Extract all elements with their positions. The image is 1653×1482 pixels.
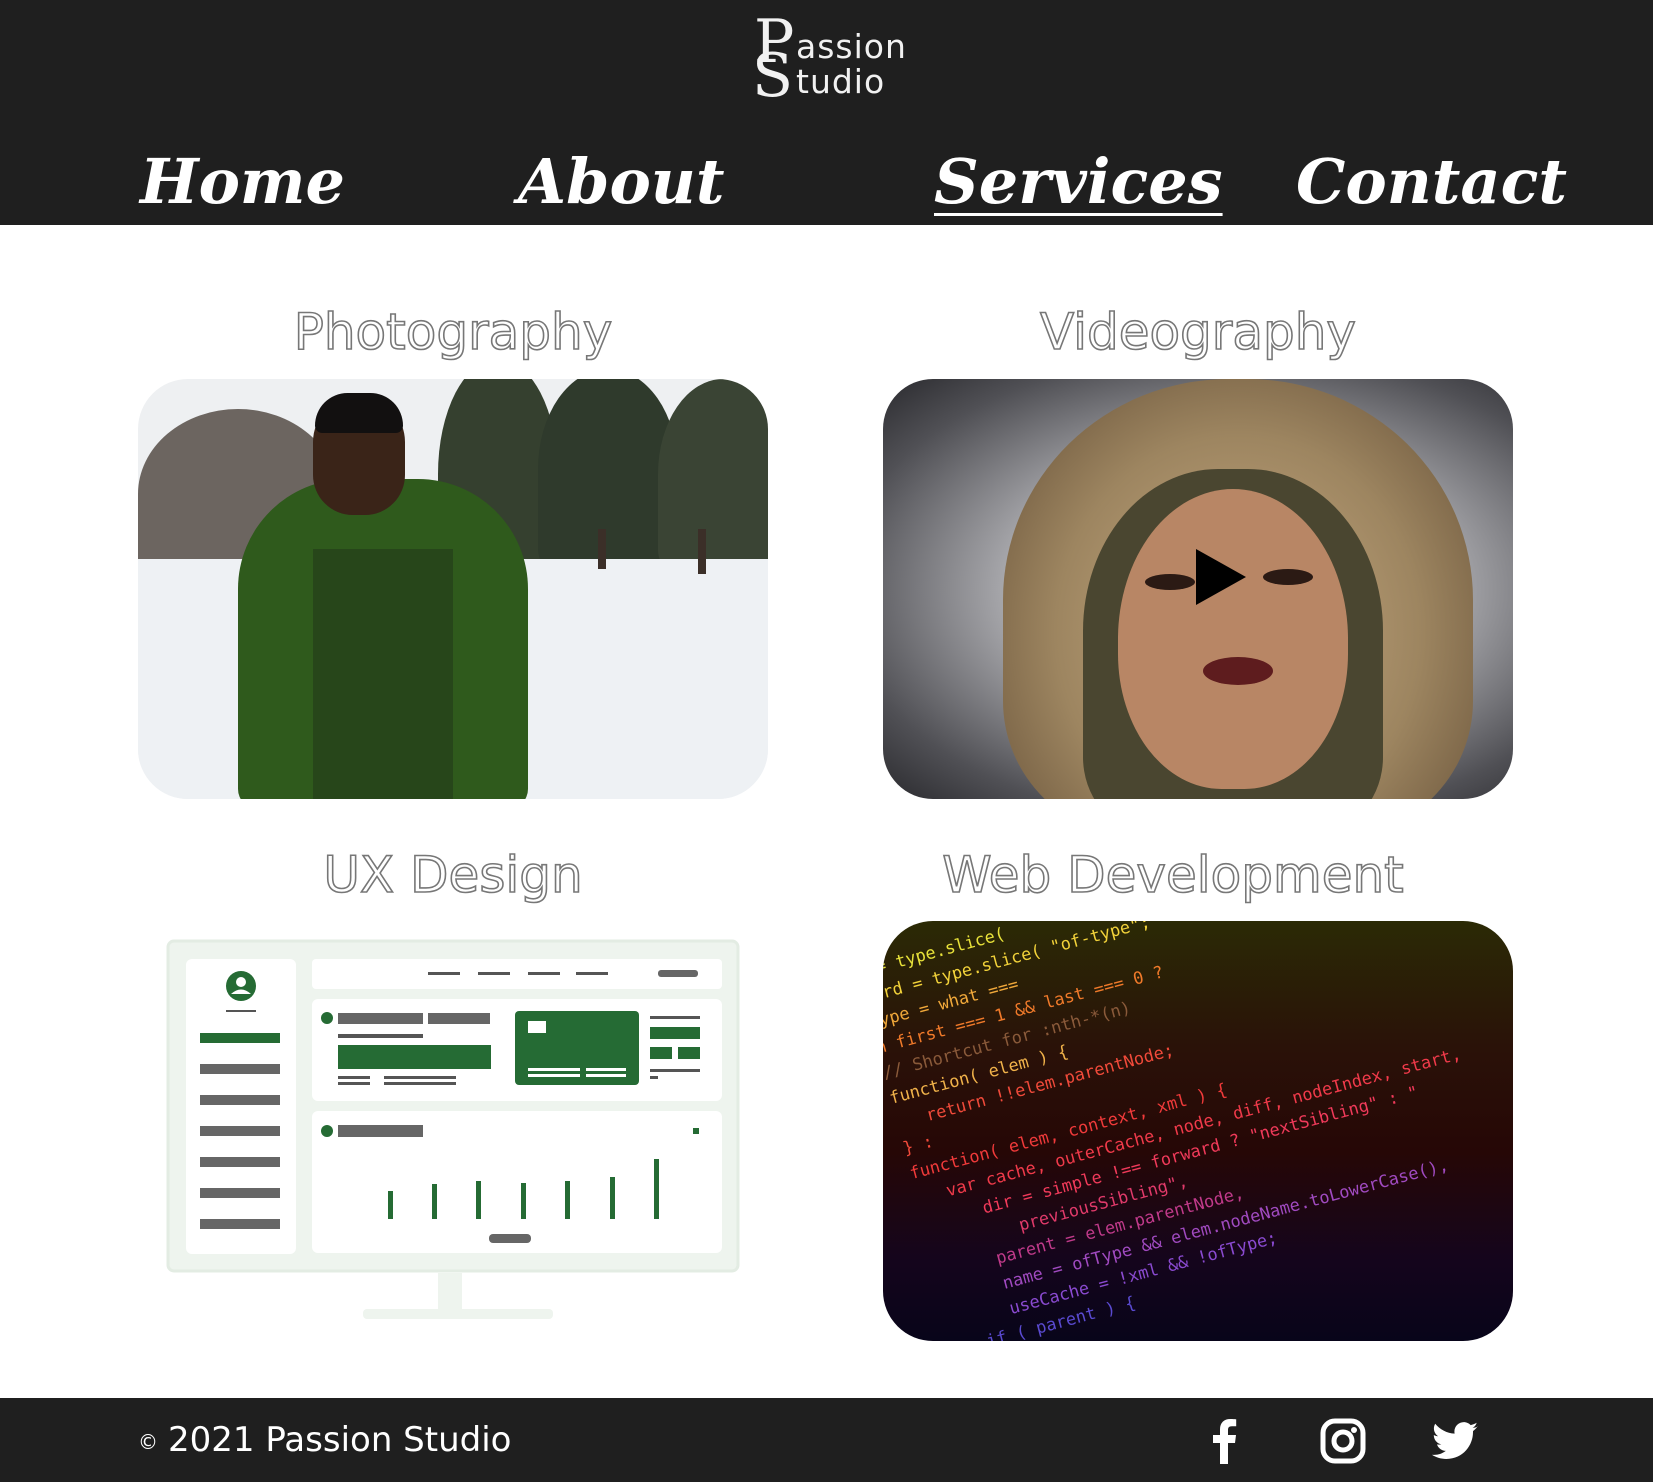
twitter-icon[interactable] <box>1430 1416 1480 1466</box>
play-icon[interactable] <box>1196 549 1246 605</box>
tree <box>658 379 768 569</box>
nav-contact[interactable]: Contact <box>1296 142 1567 222</box>
tree-trunk <box>598 529 606 569</box>
dashboard-monitor-illustration <box>166 939 740 1319</box>
service-title-web-development: Web Development <box>941 845 1404 905</box>
logo[interactable]: P S assion tudio <box>750 10 910 111</box>
service-title-videography: Videography <box>1039 302 1357 362</box>
logo-text-line2: tudio <box>796 62 886 101</box>
face <box>1118 489 1348 789</box>
ux-design-image[interactable] <box>138 921 768 1341</box>
person-hair <box>315 393 403 433</box>
copyright-text: © 2021 Passion Studio <box>138 1416 511 1466</box>
copyright-symbol: © <box>138 1429 158 1454</box>
service-title-ux-design: UX Design <box>323 845 584 905</box>
site-header: P S assion tudio Home About Services Con… <box>0 0 1653 225</box>
site-footer: © 2021 Passion Studio <box>0 1398 1653 1482</box>
logo-text-line1: assion <box>796 27 907 66</box>
nav-home[interactable]: Home <box>140 142 345 222</box>
logo-initial-s: S <box>752 41 794 111</box>
photography-image[interactable] <box>138 379 768 799</box>
facebook-icon[interactable] <box>1200 1416 1250 1466</box>
nav-about[interactable]: About <box>518 142 725 222</box>
tree <box>538 379 678 569</box>
copyright-label: 2021 Passion Studio <box>168 1420 512 1460</box>
green-hoodie <box>313 549 453 799</box>
nav-services[interactable]: Services <box>934 142 1223 222</box>
service-title-photography: Photography <box>293 302 613 362</box>
videography-image[interactable] <box>883 379 1513 799</box>
tree-trunk <box>698 529 706 574</box>
web-development-image[interactable]: e = type.slice( ward = type.slice( "of-t… <box>883 921 1513 1341</box>
instagram-icon[interactable] <box>1318 1416 1368 1466</box>
lips <box>1203 657 1273 685</box>
eye <box>1263 569 1313 585</box>
code-snippet: e = type.slice( ward = type.slice( "of-t… <box>883 921 1513 1341</box>
eye <box>1145 574 1195 590</box>
